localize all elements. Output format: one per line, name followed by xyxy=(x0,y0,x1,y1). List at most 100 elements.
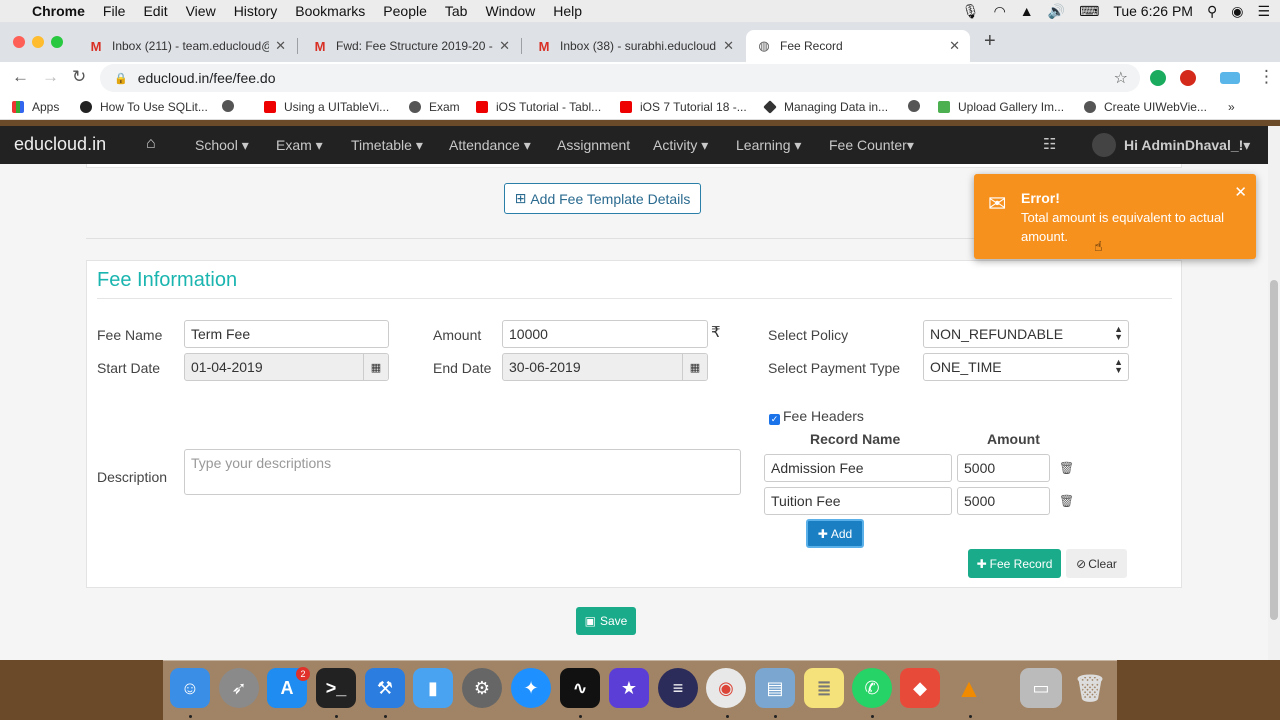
record-extension-icon[interactable] xyxy=(1180,70,1196,86)
terminal-icon[interactable]: >_ xyxy=(316,668,356,708)
start-date-input[interactable]: 01-04-2019 ▦ xyxy=(184,353,389,381)
system-preferences-icon[interactable]: ⚙ xyxy=(462,668,502,708)
clear-button[interactable]: ⊘ Clear xyxy=(1066,549,1127,578)
fee-name-input[interactable]: Term Fee xyxy=(184,320,389,348)
toast-close-icon[interactable]: ✕ xyxy=(1234,183,1247,201)
home-icon[interactable]: ⌂ xyxy=(146,135,156,153)
bookmark-item[interactable]: Managing Data in... xyxy=(763,100,888,114)
menu-edit[interactable]: Edit xyxy=(143,3,167,19)
menu-bookmarks[interactable]: Bookmarks xyxy=(295,3,365,19)
new-tab-button[interactable]: + xyxy=(984,30,996,53)
bookmark-star-icon[interactable]: ☆ xyxy=(1114,68,1128,88)
siri-icon[interactable]: ◉ xyxy=(1231,3,1243,20)
notification-center-icon[interactable]: ☰ xyxy=(1257,3,1270,20)
menu-app-name[interactable]: Chrome xyxy=(32,3,85,19)
back-arrow-icon[interactable]: ← xyxy=(12,67,29,87)
tab-close-icon[interactable]: ✕ xyxy=(499,38,510,54)
calendar-icon[interactable]: ▦ xyxy=(363,354,388,380)
simulator-icon[interactable]: ▮ xyxy=(413,668,453,708)
bookmark-item[interactable] xyxy=(908,100,928,112)
record-amount-input[interactable]: 5000 xyxy=(957,454,1050,482)
browser-tab[interactable]: M Inbox (38) - surabhi.educloud@ ✕ xyxy=(526,30,744,62)
menu-tab[interactable]: Tab xyxy=(445,3,468,19)
nav-learning[interactable]: Learning ▾ xyxy=(736,137,801,154)
add-record-button[interactable]: ✚ Add xyxy=(806,519,864,548)
microphone-icon[interactable]: 🎙 xyxy=(962,3,980,20)
bookmark-item[interactable]: iOS Tutorial - Tabl... xyxy=(476,100,601,114)
bookmark-item[interactable]: Create UIWebVie... xyxy=(1084,100,1207,114)
calendar-icon[interactable]: ▦ xyxy=(682,354,707,380)
menu-window[interactable]: Window xyxy=(485,3,535,19)
payment-type-select[interactable]: ONE_TIME ▲ ▼ xyxy=(923,353,1129,381)
nav-exam[interactable]: Exam ▾ xyxy=(276,137,323,154)
page-scrollbar-thumb[interactable] xyxy=(1270,280,1278,620)
vlc-icon[interactable]: ▲ xyxy=(949,668,989,708)
bookmark-item[interactable]: Using a UITableVi... xyxy=(264,100,389,114)
menu-people[interactable]: People xyxy=(383,3,427,19)
bookmark-item[interactable]: Upload Gallery Im... xyxy=(938,100,1064,114)
reload-icon[interactable]: ↻ xyxy=(72,67,86,87)
bookmark-item[interactable]: How To Use SQLit... xyxy=(80,100,208,114)
nav-assignment[interactable]: Assignment xyxy=(557,137,630,153)
description-textarea[interactable]: Type your descriptions xyxy=(184,449,741,495)
chrome-minimized-window-icon[interactable]: ▭ xyxy=(1020,668,1062,708)
policy-select[interactable]: NON_REFUNDABLE ▲ ▼ xyxy=(923,320,1129,348)
tab-close-icon[interactable]: ✕ xyxy=(723,38,734,54)
forward-arrow-icon[interactable]: → xyxy=(42,67,59,87)
preview-icon[interactable]: ▤ xyxy=(755,668,795,708)
browser-tab[interactable]: M Inbox (211) - team.educloud@ ✕ xyxy=(78,30,296,62)
nav-activity[interactable]: Activity ▾ xyxy=(653,137,708,154)
tab-close-icon[interactable]: ✕ xyxy=(275,38,286,54)
menu-view[interactable]: View xyxy=(186,3,216,19)
grammarly-extension-icon[interactable] xyxy=(1150,70,1166,86)
spotlight-search-icon[interactable]: ⚲ xyxy=(1207,3,1217,20)
browser-tab-active[interactable]: ◍ Fee Record ✕ xyxy=(746,30,970,62)
nav-timetable[interactable]: Timetable ▾ xyxy=(351,137,423,154)
bookmarks-overflow-icon[interactable]: » xyxy=(1228,100,1235,114)
record-name-input[interactable]: Admission Fee xyxy=(764,454,952,482)
window-minimize-button[interactable] xyxy=(32,36,44,48)
save-button[interactable]: ▣ Save xyxy=(576,607,636,635)
address-bar[interactable]: 🔒 educloud.in/fee/fee.do ☆ xyxy=(100,64,1140,92)
nav-attendance[interactable]: Attendance ▾ xyxy=(449,137,531,154)
browser-tab[interactable]: M Fwd: Fee Structure 2019-20 - ✕ xyxy=(302,30,520,62)
keyboard-icon[interactable]: ⌨ xyxy=(1079,3,1099,20)
record-amount-input[interactable]: 5000 xyxy=(957,487,1050,515)
brand-logo[interactable]: educloud.in xyxy=(14,134,106,155)
safari-icon[interactable]: ✦ xyxy=(511,668,551,708)
add-fee-template-button[interactable]: ⊞ Add Fee Template Details xyxy=(504,183,701,214)
fee-headers-checkbox[interactable]: ✓ xyxy=(769,414,780,425)
volume-icon[interactable]: 🔊 xyxy=(1048,3,1065,20)
record-name-input[interactable]: Tuition Fee xyxy=(764,487,952,515)
nav-school[interactable]: School ▾ xyxy=(195,137,249,154)
user-menu[interactable]: Hi AdminDhaval_!▾ xyxy=(1124,137,1250,154)
launchpad-icon[interactable]: ➶ xyxy=(219,668,259,708)
menu-file[interactable]: File xyxy=(103,3,126,19)
airplay-icon[interactable]: ▲ xyxy=(1020,3,1034,19)
menu-help[interactable]: Help xyxy=(553,3,582,19)
eclipse-icon[interactable]: ≡ xyxy=(658,668,698,708)
fee-record-button[interactable]: ✚ Fee Record xyxy=(968,549,1061,578)
chrome-menu-icon[interactable]: ⋮ xyxy=(1258,67,1275,87)
avatar[interactable] xyxy=(1092,133,1116,157)
tab-close-icon[interactable]: ✕ xyxy=(949,38,960,54)
wifi-icon[interactable]: ◠ xyxy=(994,3,1006,20)
nav-fee-counter[interactable]: Fee Counter▾ xyxy=(829,137,914,154)
bookmark-item[interactable]: Exam xyxy=(409,100,460,114)
notes-icon[interactable]: ≣ xyxy=(804,668,844,708)
trash-icon[interactable]: 🗑 xyxy=(1059,494,1074,508)
trash-can-icon[interactable]: 🗑 xyxy=(1070,668,1110,708)
xcode-icon[interactable]: ⚒ xyxy=(365,668,405,708)
whatsapp-icon[interactable]: ✆ xyxy=(852,668,892,708)
anydesk-icon[interactable]: ◆ xyxy=(900,668,940,708)
menubar-clock[interactable]: Tue 6:26 PM xyxy=(1113,3,1193,19)
trash-icon[interactable]: 🗑 xyxy=(1059,461,1074,475)
bookmark-item[interactable]: iOS 7 Tutorial 18 -... xyxy=(620,100,747,114)
window-close-button[interactable] xyxy=(13,36,25,48)
bookmark-item[interactable] xyxy=(222,100,242,112)
amount-input[interactable]: 10000 xyxy=(502,320,708,348)
imovie-icon[interactable]: ★ xyxy=(609,668,649,708)
window-zoom-button[interactable] xyxy=(51,36,63,48)
chrome-icon[interactable]: ◉ xyxy=(706,668,746,708)
menu-history[interactable]: History xyxy=(234,3,278,19)
